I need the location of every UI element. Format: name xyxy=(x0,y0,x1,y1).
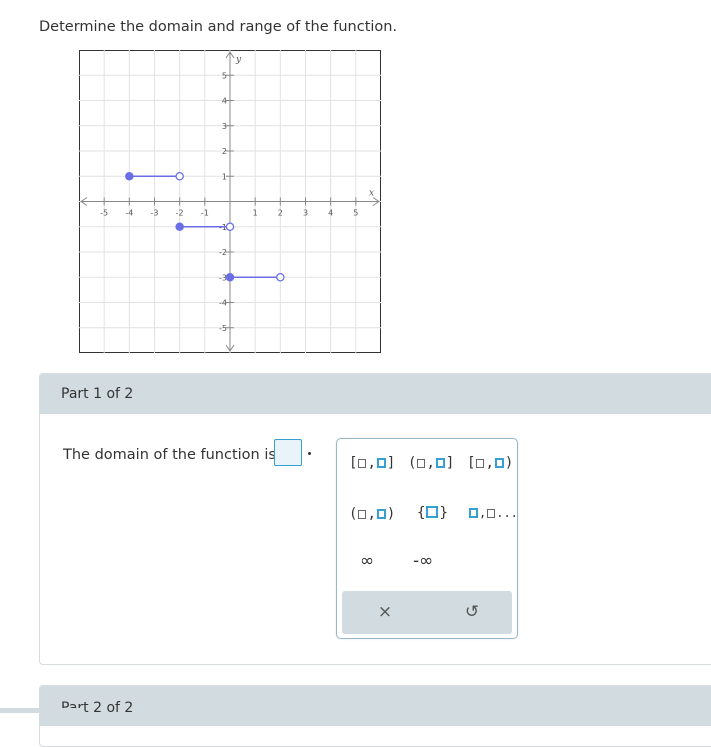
x-tick-label: -5 xyxy=(100,209,108,218)
y-tick-label: 1 xyxy=(222,172,227,181)
open-closed-interval-button[interactable]: (,] xyxy=(408,455,454,471)
closed-closed-interval-button[interactable]: [,] xyxy=(349,455,395,471)
x-tick-label: 4 xyxy=(328,209,333,218)
part-2-panel: Part 2 of 2 xyxy=(39,685,711,747)
undo-icon[interactable]: ↺ xyxy=(459,599,485,625)
x-tick-label: -4 xyxy=(125,209,133,218)
palette-footer: × ↺ xyxy=(342,591,512,634)
sentence-period xyxy=(308,452,311,455)
closed-endpoint xyxy=(225,272,235,282)
part-1-header: Part 1 of 2 xyxy=(40,374,711,414)
x-tick-label: 3 xyxy=(303,209,308,218)
x-tick-label: 1 xyxy=(253,209,258,218)
x-tick-label: -3 xyxy=(151,209,159,218)
open-open-interval-button[interactable]: (,) xyxy=(349,506,395,522)
y-tick-label: 4 xyxy=(222,97,227,106)
set-braces-button[interactable]: {} xyxy=(417,505,448,521)
open-endpoint xyxy=(276,272,285,282)
question-text: Determine the domain and range of the fu… xyxy=(39,19,398,35)
negative-infinity-button[interactable]: -∞ xyxy=(413,551,433,571)
part-2-header: Part 2 of 2 xyxy=(40,686,711,726)
function-graph: yx-5-4-3-2-11234554321-1-2-3-4-5 xyxy=(79,50,381,353)
domain-answer-input[interactable] xyxy=(274,439,302,466)
interval-palette: [,] (,] [,) (,) {} ,... ∞ -∞ × ↺ xyxy=(336,438,518,639)
x-tick-label: 2 xyxy=(278,209,283,218)
y-tick-label: 5 xyxy=(222,71,227,80)
y-tick-label: -2 xyxy=(219,248,227,257)
y-axis-label: y xyxy=(235,55,242,65)
x-tick-label: -1 xyxy=(201,209,209,218)
x-axis-label: x xyxy=(369,189,374,199)
open-endpoint xyxy=(175,172,184,181)
closed-open-interval-button[interactable]: [,) xyxy=(467,455,513,471)
bottom-divider xyxy=(0,708,80,713)
y-tick-label: -4 xyxy=(219,299,227,308)
domain-prompt: The domain of the function is xyxy=(63,447,276,463)
closed-endpoint xyxy=(175,222,184,231)
y-tick-label: -5 xyxy=(219,324,227,333)
y-tick-label: 2 xyxy=(222,147,227,156)
clear-icon[interactable]: × xyxy=(372,599,398,625)
list-button[interactable]: ,... xyxy=(468,506,518,520)
open-endpoint xyxy=(225,222,235,231)
x-tick-label: -2 xyxy=(176,209,184,218)
y-tick-label: 3 xyxy=(222,122,227,131)
closed-endpoint xyxy=(125,172,134,181)
infinity-button[interactable]: ∞ xyxy=(360,551,374,571)
x-tick-label: 5 xyxy=(353,209,358,218)
